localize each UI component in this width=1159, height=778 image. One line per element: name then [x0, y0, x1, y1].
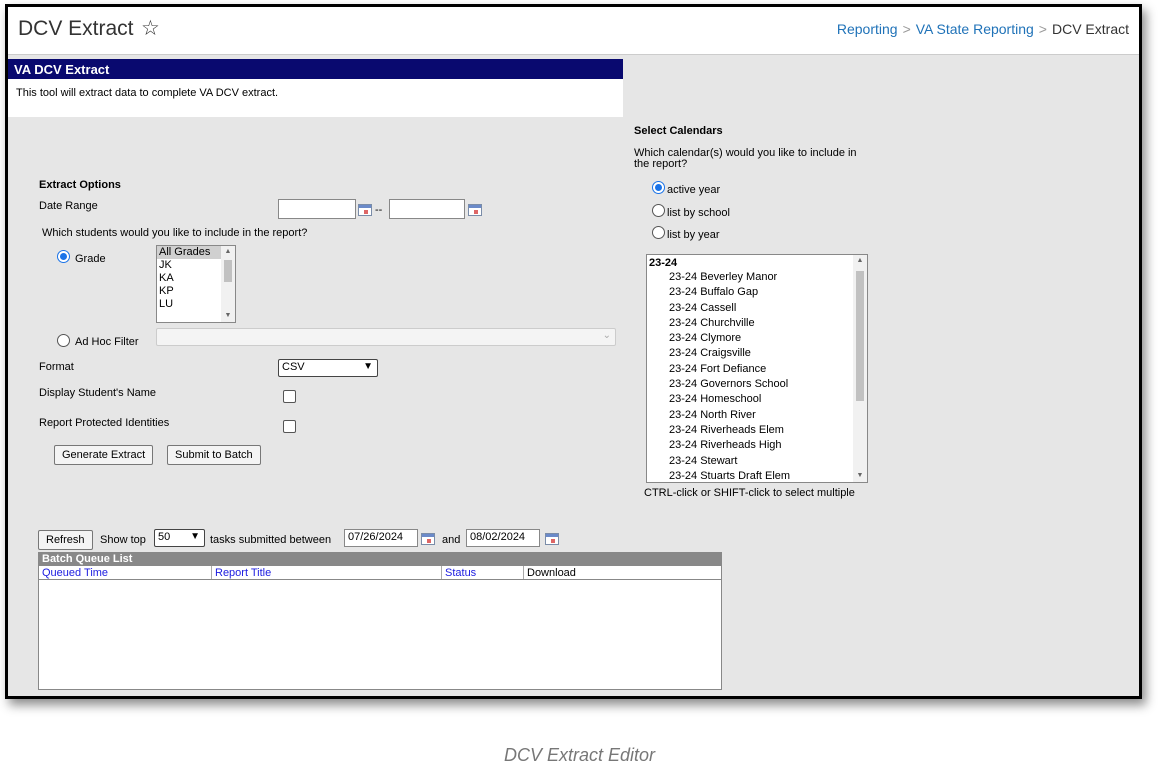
column-report-title[interactable]: Report Title: [212, 566, 271, 580]
select-calendars-heading: Select Calendars: [634, 125, 723, 137]
show-top-label: Show top: [100, 534, 146, 546]
breadcrumb-reporting[interactable]: Reporting: [837, 21, 898, 37]
chevron-right-icon: >: [902, 21, 911, 37]
batch-end-date-input[interactable]: 08/02/2024: [466, 529, 540, 547]
panel-description: This tool will extract data to complete …: [8, 79, 623, 117]
scroll-thumb[interactable]: [856, 271, 864, 401]
column-status[interactable]: Status: [442, 566, 476, 580]
chevron-down-icon: ▼: [363, 361, 373, 372]
format-select[interactable]: CSV ▼: [278, 359, 378, 377]
calendar-option-radio[interactable]: [652, 226, 665, 239]
tasks-between-label: tasks submitted between: [210, 534, 332, 546]
chevron-down-icon: ▼: [190, 531, 200, 542]
batch-queue-table: Batch Queue List Queued Time Report Titl…: [38, 552, 722, 690]
calendar-option[interactable]: 23-24 Stuarts Draft Elem: [647, 469, 867, 482]
star-icon[interactable]: ☆: [141, 16, 160, 41]
calendar-option-radio[interactable]: [652, 181, 665, 194]
app-window: DCV Extract ☆ Reporting > VA State Reporti…: [5, 4, 1142, 699]
date-range-separator: --: [375, 204, 383, 216]
calendar-option[interactable]: 23-24 Buffalo Gap: [647, 285, 867, 300]
calendar-option[interactable]: 23-24 Riverheads High: [647, 438, 867, 453]
date-range-label: Date Range: [39, 200, 98, 212]
calendar-icon[interactable]: [358, 204, 372, 216]
grade-scrollbar[interactable]: ▲ ▼: [221, 246, 235, 322]
calendar-icon[interactable]: [468, 204, 482, 216]
adhoc-filter-radio[interactable]: [57, 334, 70, 347]
calendar-icon[interactable]: [421, 533, 435, 545]
grade-radio[interactable]: [57, 250, 70, 263]
scroll-down-icon[interactable]: ▼: [853, 470, 867, 482]
protected-identities-label: Report Protected Identities: [39, 417, 170, 429]
scroll-up-icon[interactable]: ▲: [853, 255, 867, 267]
calendar-hint: CTRL-click or SHIFT-click to select mult…: [644, 487, 855, 499]
format-label: Format: [39, 361, 74, 373]
adhoc-filter-select[interactable]: ⌄: [156, 328, 616, 346]
breadcrumb-va-state-reporting[interactable]: VA State Reporting: [916, 21, 1034, 37]
calendar-option[interactable]: 23-24 Homeschool: [647, 392, 867, 407]
calendar-option[interactable]: 23-24 Beverley Manor: [647, 270, 867, 285]
figure-caption: DCV Extract Editor: [503, 745, 656, 765]
calendar-group: 23-24: [649, 257, 678, 269]
calendar-option[interactable]: 23-24 Riverheads Elem: [647, 423, 867, 438]
show-top-select[interactable]: 50 ▼: [154, 529, 205, 547]
format-value: CSV: [282, 361, 305, 373]
column-download: Download: [527, 567, 576, 579]
breadcrumb: Reporting > VA State Reporting > DCV Extract: [837, 21, 1129, 37]
calendar-option[interactable]: 23-24 Craigsville: [647, 346, 867, 361]
grade-label: Grade: [75, 253, 106, 265]
students-question: Which students would you like to include…: [42, 227, 308, 239]
calendar-option[interactable]: 23-24 Churchville: [647, 316, 867, 331]
batch-queue-title: Batch Queue List: [39, 553, 721, 566]
generate-extract-button[interactable]: Generate Extract: [54, 445, 154, 465]
extract-options-heading: Extract Options: [39, 179, 121, 191]
chevron-right-icon: >: [1038, 21, 1047, 37]
calendar-scrollbar[interactable]: ▲ ▼: [853, 255, 867, 482]
batch-queue-header: Queued Time Report Title Status Download: [39, 566, 721, 580]
date-range-end-input[interactable]: [389, 199, 465, 219]
calendar-option[interactable]: 23-24 Clymore: [647, 331, 867, 346]
submit-to-batch-button[interactable]: Submit to Batch: [167, 445, 261, 465]
scroll-up-icon[interactable]: ▲: [221, 246, 235, 258]
display-name-label: Display Student's Name: [39, 387, 157, 399]
and-label: and: [442, 534, 461, 546]
scroll-down-icon[interactable]: ▼: [221, 310, 235, 322]
column-queued-time[interactable]: Queued Time: [39, 566, 108, 580]
calendar-icon[interactable]: [545, 533, 559, 545]
calendar-option-label: list by school: [667, 207, 730, 219]
calendar-option[interactable]: 23-24 Governors School: [647, 377, 867, 392]
batch-start-date-input[interactable]: 07/26/2024: [344, 529, 418, 547]
calendar-option[interactable]: 23-24 Cassell: [647, 301, 867, 316]
calendar-option[interactable]: 23-24 North River: [647, 408, 867, 423]
breadcrumb-current: DCV Extract: [1051, 21, 1129, 37]
show-top-value: 50: [158, 531, 171, 543]
calendar-option-radio[interactable]: [652, 204, 665, 217]
page-title: DCV Extract: [18, 17, 134, 40]
panel-title: VA DCV Extract: [8, 59, 623, 79]
adhoc-filter-label: Ad Hoc Filter: [75, 336, 139, 348]
calendar-option[interactable]: 23-24 Fort Defiance: [647, 362, 867, 377]
calendar-listbox[interactable]: 23-24 23-24 Beverley Manor 23-24 Buffalo…: [646, 254, 868, 483]
scroll-thumb[interactable]: [224, 260, 232, 282]
calendars-question: Which calendar(s) would you like to incl…: [634, 147, 857, 170]
protected-identities-checkbox[interactable]: [283, 420, 296, 433]
date-range-start-input[interactable]: [278, 199, 356, 219]
calendar-option-label: active year: [667, 184, 721, 196]
chevron-down-icon: ⌄: [602, 330, 611, 341]
grade-listbox[interactable]: All Grades JK KA KP LU ▲ ▼: [156, 245, 236, 323]
calendar-option-label: list by year: [667, 229, 720, 241]
refresh-button[interactable]: Refresh: [38, 530, 93, 550]
display-name-checkbox[interactable]: [283, 390, 296, 403]
top-bar: DCV Extract ☆ Reporting > VA State Reporti…: [8, 7, 1139, 55]
calendar-option[interactable]: 23-24 Stewart: [647, 454, 867, 469]
